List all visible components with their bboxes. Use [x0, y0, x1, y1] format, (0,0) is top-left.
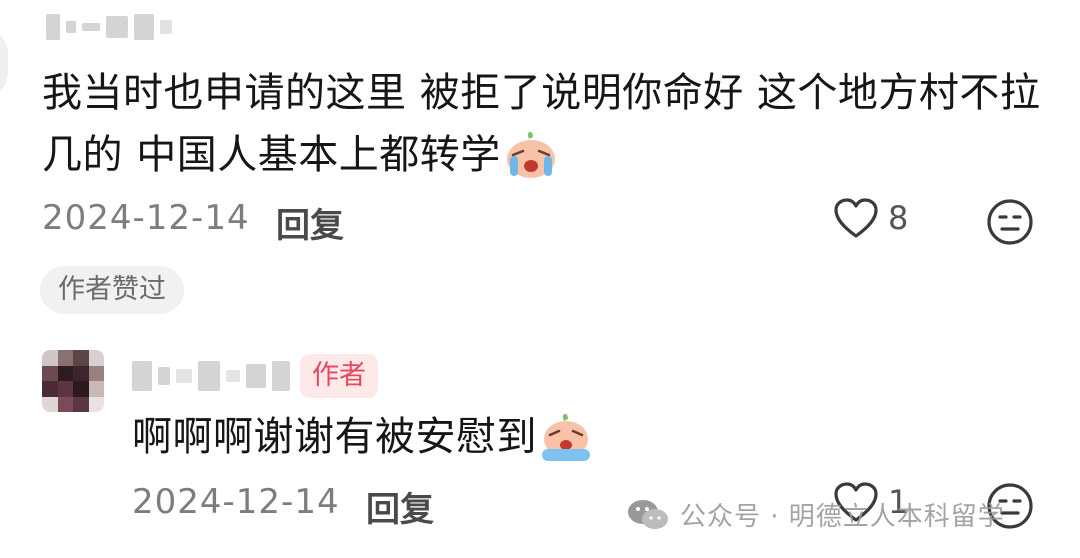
watermark-text: 公众号 · 明德立人本科留学 [680, 502, 1005, 532]
reply-avatar[interactable] [42, 350, 104, 412]
comment-username-blurred[interactable] [46, 12, 178, 42]
reply-reply-button[interactable]: 回复 [366, 482, 434, 531]
wechat-icon [628, 499, 668, 529]
reply-body: 啊啊啊谢谢有被安慰到 [132, 406, 593, 468]
heart-icon [834, 198, 878, 238]
reply-body-text: 啊啊啊谢谢有被安慰到 [132, 414, 537, 460]
like-button[interactable]: 8 [832, 196, 908, 240]
reply-date: 2024-12-14 [132, 482, 340, 522]
comment-body-line-2: 几的 中国人基本上都转学 [42, 124, 1062, 186]
dislike-face-icon[interactable] [986, 198, 1034, 246]
reply-username-blurred[interactable] [132, 358, 296, 394]
watermark: 公众号 · 明德立人本科留学 [626, 496, 1005, 533]
avatar-partial[interactable] [0, 28, 8, 98]
like-count: 8 [888, 199, 909, 237]
comment-date: 2024-12-14 [42, 198, 250, 238]
author-liked-badge: 作者赞过 [40, 266, 184, 314]
author-badge: 作者 [300, 354, 378, 398]
reply-button[interactable]: 回复 [276, 198, 344, 247]
crying-face-emoji [506, 131, 555, 178]
comment-body-line-1: 我当时也申请的这里 被拒了说明你命好 这个地方村不拉 [42, 70, 1041, 116]
comment-body: 我当时也申请的这里 被拒了说明你命好 这个地方村不拉 几的 中国人基本上都转学 [42, 62, 1062, 186]
crying-face-emoji [542, 413, 590, 461]
